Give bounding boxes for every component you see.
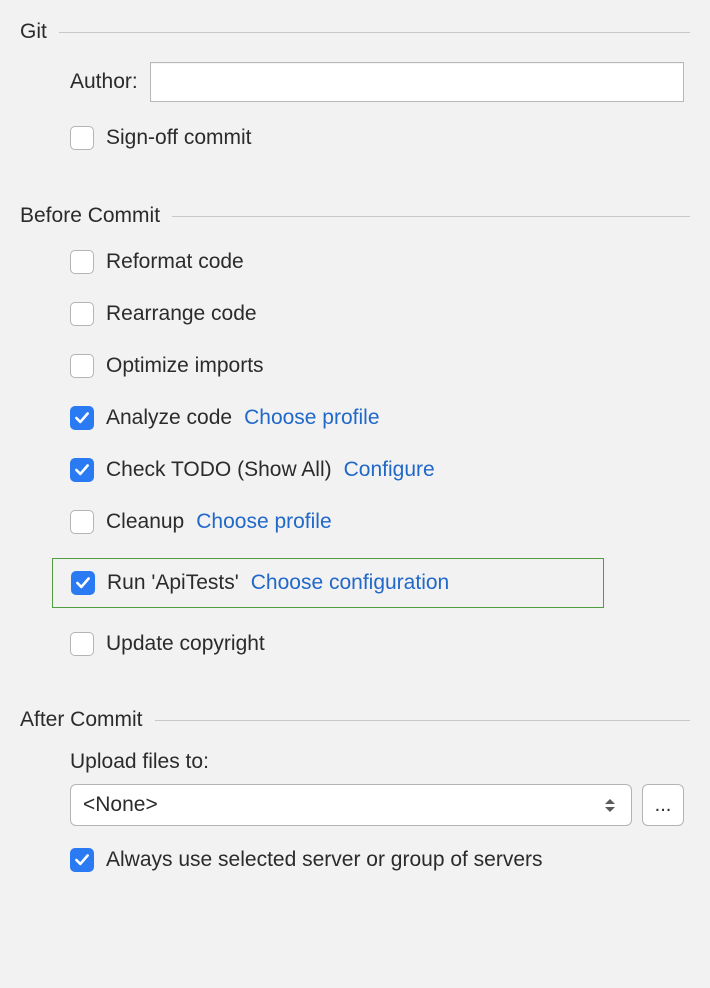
signoff-row: Sign-off commit <box>70 122 684 154</box>
check-todo-row: Check TODO (Show All) Configure <box>70 454 684 486</box>
update-copyright-label: Update copyright <box>106 632 265 656</box>
analyze-code-label: Analyze code <box>106 406 232 430</box>
after-commit-section: After Commit Upload files to: <None> ...… <box>20 708 690 876</box>
upload-files-label: Upload files to: <box>70 750 684 774</box>
optimize-imports-label: Optimize imports <box>106 354 264 378</box>
ellipsis-icon: ... <box>655 794 672 817</box>
update-copyright-row: Update copyright <box>70 628 684 660</box>
after-commit-title: After Commit <box>20 708 143 732</box>
browse-button[interactable]: ... <box>642 784 684 826</box>
rearrange-code-checkbox[interactable] <box>70 302 94 326</box>
check-icon <box>74 574 92 592</box>
always-use-label: Always use selected server or group of s… <box>106 848 543 872</box>
reformat-code-label: Reformat code <box>106 250 244 274</box>
run-tests-checkbox[interactable] <box>71 571 95 595</box>
git-section-title: Git <box>20 20 47 44</box>
upload-select-value: <None> <box>83 793 601 817</box>
select-arrows-icon <box>601 799 619 812</box>
reformat-code-row: Reformat code <box>70 246 684 278</box>
before-commit-title: Before Commit <box>20 204 160 228</box>
rearrange-code-row: Rearrange code <box>70 298 684 330</box>
run-tests-highlight: Run 'ApiTests' Choose configuration <box>52 558 604 608</box>
signoff-checkbox[interactable] <box>70 126 94 150</box>
cleanup-checkbox[interactable] <box>70 510 94 534</box>
always-use-row: Always use selected server or group of s… <box>70 844 684 876</box>
cleanup-label: Cleanup <box>106 510 184 534</box>
optimize-imports-row: Optimize imports <box>70 350 684 382</box>
analyze-code-checkbox[interactable] <box>70 406 94 430</box>
analyze-code-link[interactable]: Choose profile <box>244 406 379 430</box>
run-tests-link[interactable]: Choose configuration <box>251 571 449 595</box>
before-commit-header: Before Commit <box>20 204 690 228</box>
check-todo-link[interactable]: Configure <box>344 458 435 482</box>
upload-select[interactable]: <None> <box>70 784 632 826</box>
rearrange-code-label: Rearrange code <box>106 302 257 326</box>
run-tests-label: Run 'ApiTests' <box>107 571 239 595</box>
chevron-down-icon <box>605 807 615 812</box>
check-todo-checkbox[interactable] <box>70 458 94 482</box>
divider <box>172 216 690 217</box>
author-label: Author: <box>70 70 138 94</box>
reformat-code-checkbox[interactable] <box>70 250 94 274</box>
divider <box>155 720 690 721</box>
chevron-up-icon <box>605 799 615 804</box>
git-section: Git Author: Sign-off commit <box>20 20 690 154</box>
cleanup-row: Cleanup Choose profile <box>70 506 684 538</box>
git-section-header: Git <box>20 20 690 44</box>
analyze-code-row: Analyze code Choose profile <box>70 402 684 434</box>
check-icon <box>73 461 91 479</box>
optimize-imports-checkbox[interactable] <box>70 354 94 378</box>
check-todo-label: Check TODO (Show All) <box>106 458 332 482</box>
author-row: Author: <box>70 62 684 102</box>
signoff-label: Sign-off commit <box>106 126 252 150</box>
always-use-checkbox[interactable] <box>70 848 94 872</box>
divider <box>59 32 690 33</box>
cleanup-link[interactable]: Choose profile <box>196 510 331 534</box>
upload-select-row: <None> ... <box>70 784 684 826</box>
check-icon <box>73 409 91 427</box>
after-commit-header: After Commit <box>20 708 690 732</box>
update-copyright-checkbox[interactable] <box>70 632 94 656</box>
before-commit-section: Before Commit Reformat code Rearrange co… <box>20 204 690 660</box>
run-tests-row: Run 'ApiTests' Choose configuration <box>71 567 593 599</box>
author-input[interactable] <box>150 62 684 102</box>
check-icon <box>73 851 91 869</box>
